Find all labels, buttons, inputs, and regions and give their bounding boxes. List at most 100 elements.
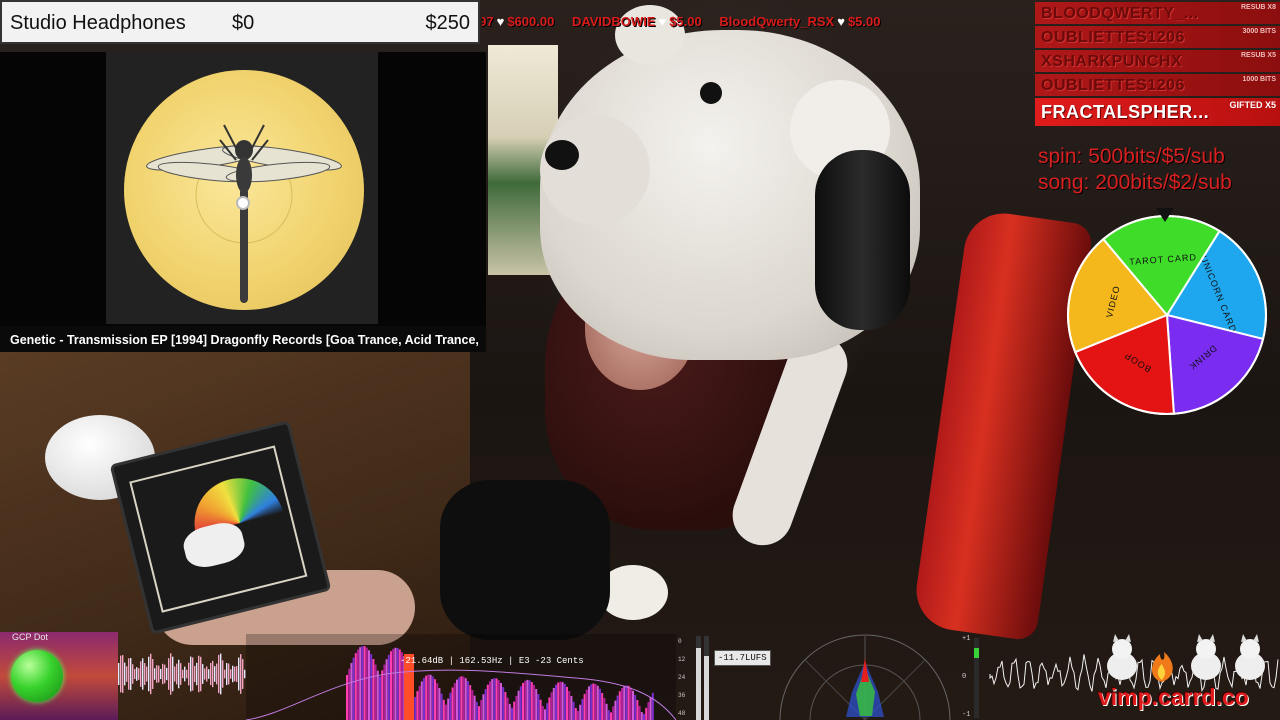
spectrum-bar — [449, 692, 452, 720]
spectrum-bar — [385, 659, 388, 720]
spectrum-bar — [453, 683, 456, 720]
waveform-bar — [172, 656, 174, 692]
donor-ticker: ...re97♥$600.00 DAVIDBOWIE♥$5.00 BloodQw… — [482, 14, 1030, 34]
meter-level — [704, 656, 709, 720]
album-art — [106, 52, 378, 324]
hat-eye — [700, 82, 722, 104]
waveform-bar — [160, 668, 162, 680]
spectrum-bar — [623, 686, 626, 720]
donor-entry: BloodQwerty_RSX ♥ $5.00 — [719, 14, 880, 29]
spectrum-bar — [392, 648, 395, 720]
waveform-bar — [156, 665, 158, 683]
waveform-bar — [220, 653, 222, 695]
spectrum-bar — [561, 682, 564, 720]
event-row: XSHARKPUNCHX RESUB X5 — [1035, 50, 1280, 72]
spectrum-bar — [504, 692, 507, 720]
spectrum-bar — [427, 674, 430, 720]
spectrum-bar — [610, 712, 612, 720]
donor-entry: DAVIDBOWIE ♥ $5.00 — [572, 14, 702, 29]
waveform-bar — [158, 665, 160, 683]
donor-entry: ...re97♥$600.00 — [482, 14, 554, 29]
waveform-bar — [176, 663, 178, 685]
meter-tick-label: 0 — [678, 638, 682, 645]
waveform-bar — [164, 664, 166, 684]
waveform-bar — [180, 663, 182, 685]
event-row-latest: FRACTALSPHER... GIFTED X5 — [1035, 98, 1280, 126]
spectrum-bar — [548, 697, 551, 720]
spectrum-bar — [361, 645, 364, 720]
level-meter: 0 12 24 36 48 — [678, 636, 709, 720]
vinyl-record — [124, 70, 364, 310]
event-type: 1000 BITS — [1242, 76, 1276, 83]
waveform-bar — [124, 662, 126, 686]
spectrum-bar — [541, 705, 544, 720]
gcp-dot-indicator — [11, 650, 63, 702]
waveform-bar — [208, 669, 210, 679]
spectrum-bar — [462, 676, 465, 720]
spectrum-bar — [621, 688, 623, 720]
waveform-bar — [150, 653, 152, 695]
heart-icon: ♥ — [496, 14, 505, 29]
spectrum-bar — [539, 699, 542, 720]
card-frame — [129, 445, 308, 613]
waveform-bar — [240, 654, 242, 694]
spectrum-bar — [579, 704, 582, 720]
spectrum-bar — [442, 699, 445, 720]
spectrum-bar — [618, 691, 621, 720]
spectrum-bar — [634, 694, 637, 720]
spectrum-bar — [429, 674, 432, 720]
waveform-bar — [188, 662, 190, 686]
meter-tick-label: 36 — [678, 692, 686, 699]
spectrum-bar — [643, 713, 645, 720]
spectrum-bar — [486, 684, 489, 720]
spectrum-bar — [570, 696, 573, 720]
spectrum-bar — [370, 654, 373, 720]
spectrum-bar — [563, 683, 566, 720]
osc-meter-level — [974, 648, 979, 658]
waveform-bar — [230, 669, 232, 679]
cat-icon — [1191, 634, 1221, 680]
spectrum-bar — [348, 668, 351, 720]
waveform-bar — [198, 655, 200, 693]
spectrum-bar — [632, 690, 634, 720]
waveform-bar — [238, 657, 240, 691]
waveform-bar — [202, 664, 204, 684]
spectrum-bar — [372, 658, 375, 720]
spectrum-bar — [566, 686, 568, 720]
meter-tick-label: 24 — [678, 674, 686, 681]
waveform-bar — [218, 654, 220, 694]
headphones — [815, 150, 910, 330]
hat-snout — [540, 115, 650, 225]
spectrum-bar — [546, 703, 549, 720]
spectrum-bar — [568, 690, 571, 720]
spin-wheel: UNICORN CARD DRINK BOOP VIDEO TAROT CARD — [1066, 214, 1268, 416]
spectrum-bar — [524, 680, 527, 720]
waveform-bar — [120, 655, 122, 693]
spectrum-bar — [511, 707, 513, 720]
waveform-bar — [138, 668, 140, 680]
spectrum-bar — [627, 685, 630, 720]
waveform-bar — [200, 656, 202, 692]
donor-name: DAVIDBOWIE — [571, 14, 656, 29]
spectrum-bar — [469, 685, 472, 720]
spectrum-bar — [614, 700, 617, 720]
waveform-bar — [130, 658, 132, 690]
redeem-rates: spin: 500bits/$5/sub song: 200bits/$2/su… — [1038, 144, 1278, 196]
spectrum-bar — [555, 684, 557, 720]
waveform-bar — [192, 657, 194, 691]
goal-title: Studio Headphones — [10, 12, 186, 34]
spectrum-bar — [585, 689, 588, 720]
spectrum-bar — [497, 680, 500, 720]
waveform-bar — [186, 669, 188, 679]
spectrum-bar — [640, 712, 643, 720]
spectrum-bar — [572, 701, 575, 720]
record-spindle — [236, 196, 250, 210]
spectrum-bar — [502, 687, 505, 720]
spectrum-bar — [535, 689, 538, 720]
event-row: BLOODQWERTY_... RESUB X8 — [1035, 2, 1280, 24]
spectrum-bar — [616, 695, 619, 720]
spectrum-bar — [508, 703, 511, 720]
spectrum-bar — [359, 647, 362, 720]
spectrum-bar — [438, 687, 441, 720]
spectrum-bar — [500, 683, 502, 720]
